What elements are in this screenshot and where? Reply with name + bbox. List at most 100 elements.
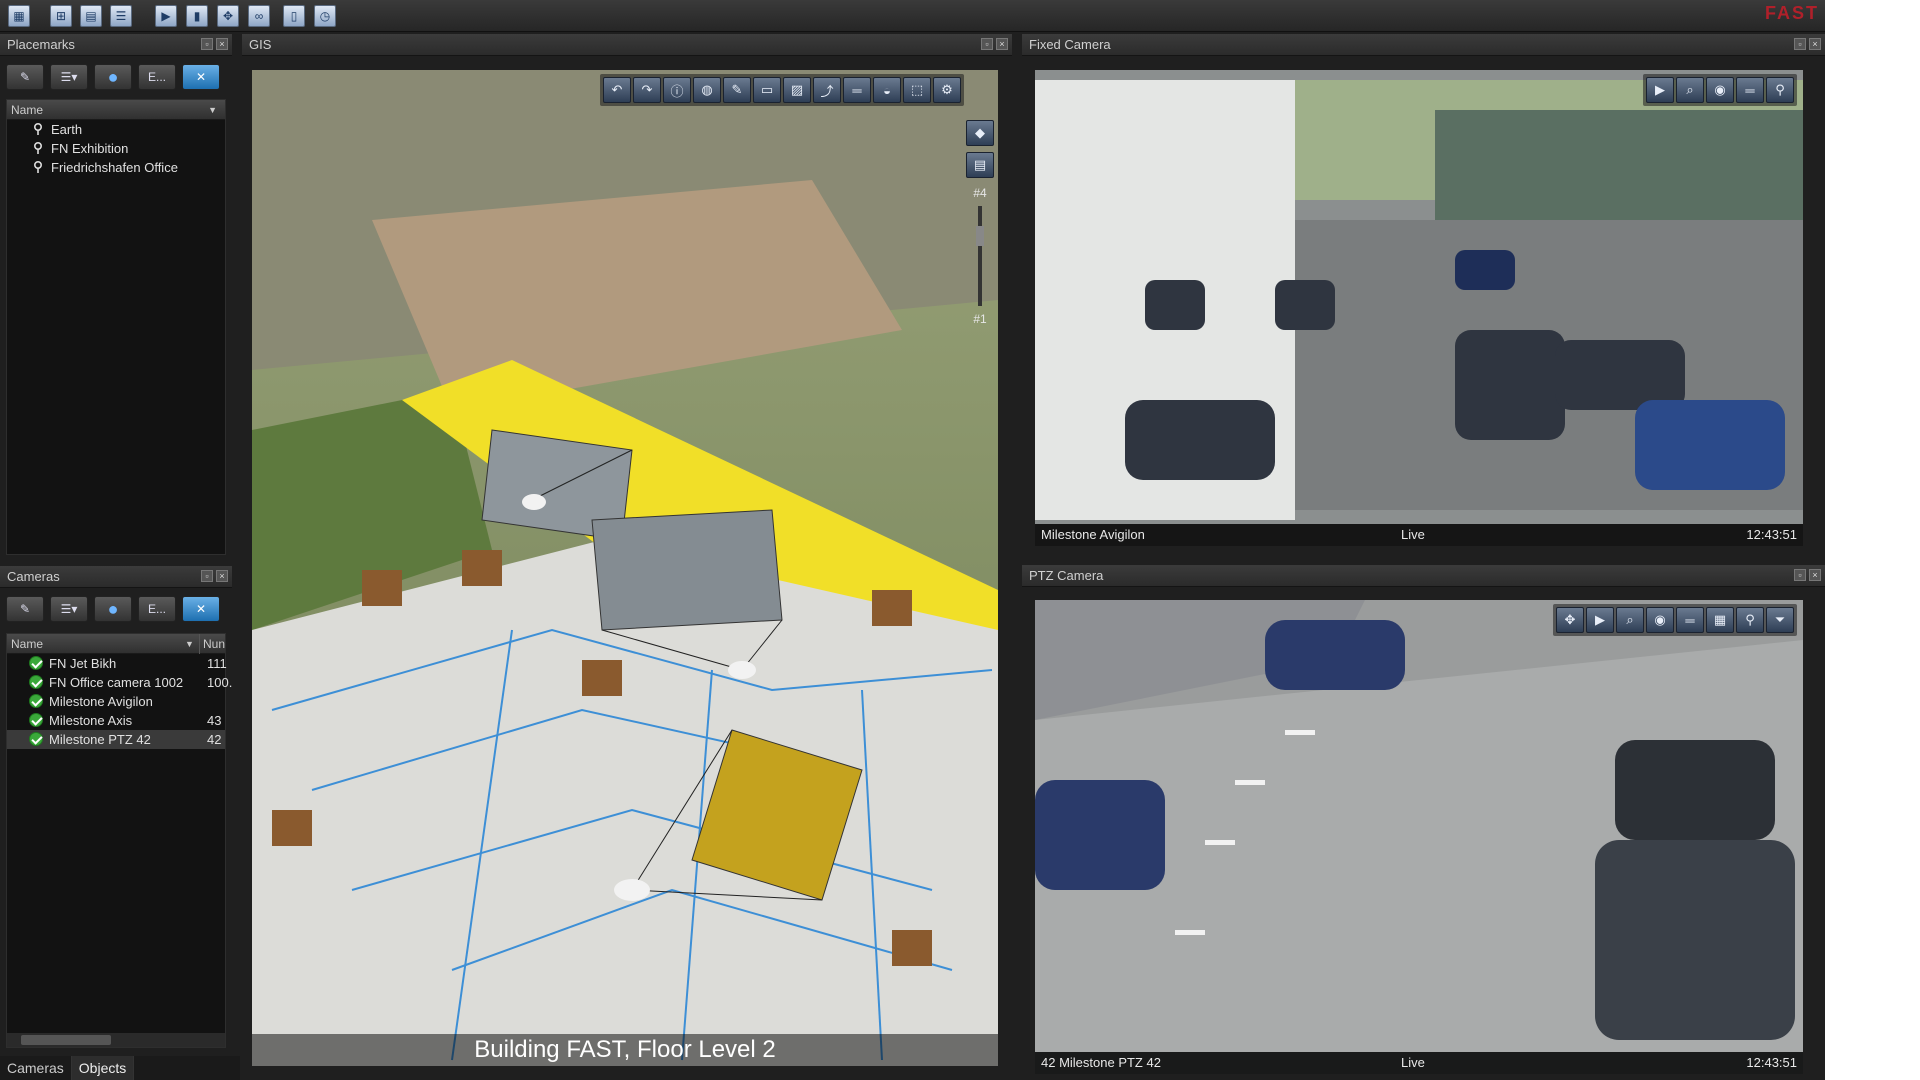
camera-row[interactable]: FN Office camera 1002 100. xyxy=(7,673,232,692)
globe-icon[interactable]: ● xyxy=(94,64,132,90)
camera-name: 42 Milestone PTZ 42 xyxy=(1041,1055,1161,1070)
camera-feed-preview-2[interactable] xyxy=(591,509,783,631)
placemarks-toolbar: ✎ ☰▾ ● E... ✕ xyxy=(0,58,226,96)
camera-row[interactable]: Milestone Avigilon xyxy=(7,692,225,711)
delete-icon[interactable]: ✕ xyxy=(182,596,220,622)
edit-icon[interactable]: ✎ xyxy=(6,64,44,90)
measure-icon[interactable]: ═ xyxy=(843,77,871,103)
tab-objects[interactable]: Objects xyxy=(71,1056,135,1080)
scrollbar-thumb[interactable] xyxy=(21,1035,111,1045)
close-icon[interactable]: × xyxy=(216,38,228,50)
camera-name: Milestone Avigilon xyxy=(1041,527,1145,542)
globe-view-icon[interactable]: ◍ xyxy=(693,77,721,103)
float-icon[interactable]: ▫ xyxy=(201,38,213,50)
redo-icon[interactable]: ↷ xyxy=(633,77,661,103)
floor-slider-handle[interactable] xyxy=(976,226,984,246)
building-icon[interactable]: ▤ xyxy=(966,152,994,178)
floor-level-control: ◆ ▤ #4 #1 xyxy=(966,120,994,370)
play-icon[interactable]: ▶ xyxy=(155,5,177,27)
layers-icon[interactable]: ◒ xyxy=(873,77,901,103)
float-icon[interactable]: ▫ xyxy=(1794,569,1806,581)
move-icon[interactable]: ✥ xyxy=(217,5,239,27)
ptz-camera-status-bar: 42 Milestone PTZ 42 Live 12:43:51 xyxy=(1035,1052,1803,1074)
fixed-camera-status-bar: Milestone Avigilon Live 12:43:51 xyxy=(1035,524,1803,546)
grid-icon[interactable]: ▦ xyxy=(1706,607,1734,633)
map-3d-scene[interactable] xyxy=(252,70,998,1066)
page-icon[interactable]: ▯ xyxy=(283,5,305,27)
name-column-header[interactable]: Name xyxy=(11,637,43,651)
pin-icon xyxy=(34,123,42,135)
expand-button[interactable]: E... xyxy=(138,64,176,90)
zoom-icon[interactable]: ⌕ xyxy=(1676,77,1704,103)
name-column-header[interactable]: Name ▼ xyxy=(7,100,225,120)
horizontal-scrollbar[interactable] xyxy=(7,1033,225,1047)
list-add-icon[interactable]: ☰ xyxy=(110,5,132,27)
floor-slider[interactable] xyxy=(976,206,984,306)
camera-icon[interactable]: ▭ xyxy=(753,77,781,103)
binoculars-icon[interactable]: ∞ xyxy=(248,5,270,27)
zoom-icon[interactable]: ⌕ xyxy=(1616,607,1644,633)
float-icon[interactable]: ▫ xyxy=(201,570,213,582)
number-column-header[interactable]: Nun xyxy=(199,634,225,654)
placemark-item[interactable]: Earth xyxy=(7,120,225,139)
bottom-floor-label: #1 xyxy=(973,312,987,326)
device-icon[interactable]: ▮ xyxy=(186,5,208,27)
info-icon[interactable]: ⓘ xyxy=(663,77,691,103)
image-icon[interactable]: ▨ xyxy=(783,77,811,103)
select-icon[interactable]: ⬚ xyxy=(903,77,931,103)
panel-tabs: Cameras Objects xyxy=(0,1056,240,1080)
path-icon[interactable]: ⤴ xyxy=(813,77,841,103)
camera-row[interactable]: FN Jet Bikh 111 xyxy=(7,654,227,673)
view-icon[interactable]: ◉ xyxy=(1646,607,1674,633)
clock-icon[interactable]: ◷ xyxy=(314,5,336,27)
placemarks-list: Name ▼ Earth FN Exhibition Friedrichshaf… xyxy=(6,99,226,555)
live-indicator: Live xyxy=(1401,527,1425,542)
camera-marker[interactable] xyxy=(728,661,756,679)
undo-icon[interactable]: ↶ xyxy=(603,77,631,103)
timeline-icon[interactable]: ═ xyxy=(1676,607,1704,633)
globe-icon[interactable]: ● xyxy=(94,596,132,622)
placemark-item[interactable]: Friedrichshafen Office xyxy=(7,158,225,177)
search-icon[interactable]: ⚲ xyxy=(1766,77,1794,103)
pan-tilt-icon[interactable]: ✥ xyxy=(1556,607,1584,633)
fixed-camera-view[interactable]: ▶ ⌕ ◉ ═ ⚲ Milestone Avigilon Live 12:43:… xyxy=(1035,70,1803,546)
float-icon[interactable]: ▫ xyxy=(1794,38,1806,50)
filter-icon[interactable]: ⏷ xyxy=(1766,607,1794,633)
play-icon[interactable]: ▶ xyxy=(1586,607,1614,633)
close-icon[interactable]: × xyxy=(996,38,1008,50)
search-icon[interactable]: ⚲ xyxy=(1736,607,1764,633)
chevron-down-icon[interactable]: ▼ xyxy=(208,100,217,120)
close-icon[interactable]: × xyxy=(1809,38,1821,50)
play-icon[interactable]: ▶ xyxy=(1646,77,1674,103)
cameras-title: Cameras xyxy=(7,569,60,584)
map-toolbar: ↶ ↷ ⓘ ◍ ✎ ▭ ▨ ⤴ ═ ◒ ⬚ ⚙ xyxy=(600,74,964,106)
fixed-camera-video-frame[interactable] xyxy=(1035,70,1803,546)
tab-cameras[interactable]: Cameras xyxy=(0,1056,72,1080)
camera-row[interactable]: Milestone Axis 43 xyxy=(7,711,225,730)
timeline-icon[interactable]: ═ xyxy=(1736,77,1764,103)
view-icon[interactable]: ◉ xyxy=(1706,77,1734,103)
gis-map-view[interactable]: ↶ ↷ ⓘ ◍ ✎ ▭ ▨ ⤴ ═ ◒ ⬚ ⚙ ◆ ▤ #4 #1 Buildi… xyxy=(252,70,998,1066)
placemark-item[interactable]: FN Exhibition xyxy=(7,139,225,158)
camera-marker[interactable] xyxy=(522,494,546,510)
cube-view-icon[interactable]: ◆ xyxy=(966,120,994,146)
close-icon[interactable]: × xyxy=(1809,569,1821,581)
camera-row-selected[interactable]: Milestone PTZ 42 42 xyxy=(7,730,225,749)
settings-icon[interactable]: ⚙ xyxy=(933,77,961,103)
close-icon[interactable]: × xyxy=(216,570,228,582)
expand-button[interactable]: E... xyxy=(138,596,176,622)
camera-marker[interactable] xyxy=(614,879,650,901)
draw-icon[interactable]: ✎ xyxy=(723,77,751,103)
ptz-camera-view[interactable]: ✥ ▶ ⌕ ◉ ═ ▦ ⚲ ⏷ 42 Milestone PTZ 42 Live… xyxy=(1035,600,1803,1074)
chevron-down-icon[interactable]: ▼ xyxy=(185,634,194,654)
online-check-icon xyxy=(29,675,43,689)
float-icon[interactable]: ▫ xyxy=(981,38,993,50)
grid-add-icon[interactable]: ⊞ xyxy=(50,5,72,27)
delete-icon[interactable]: ✕ xyxy=(182,64,220,90)
layout-icon[interactable]: ▦ xyxy=(8,5,30,27)
filter-dropdown-icon[interactable]: ☰▾ xyxy=(50,64,88,90)
ptz-camera-video-frame[interactable] xyxy=(1035,600,1803,1074)
grid-icon[interactable]: ▤ xyxy=(80,5,102,27)
edit-icon[interactable]: ✎ xyxy=(6,596,44,622)
filter-dropdown-icon[interactable]: ☰▾ xyxy=(50,596,88,622)
